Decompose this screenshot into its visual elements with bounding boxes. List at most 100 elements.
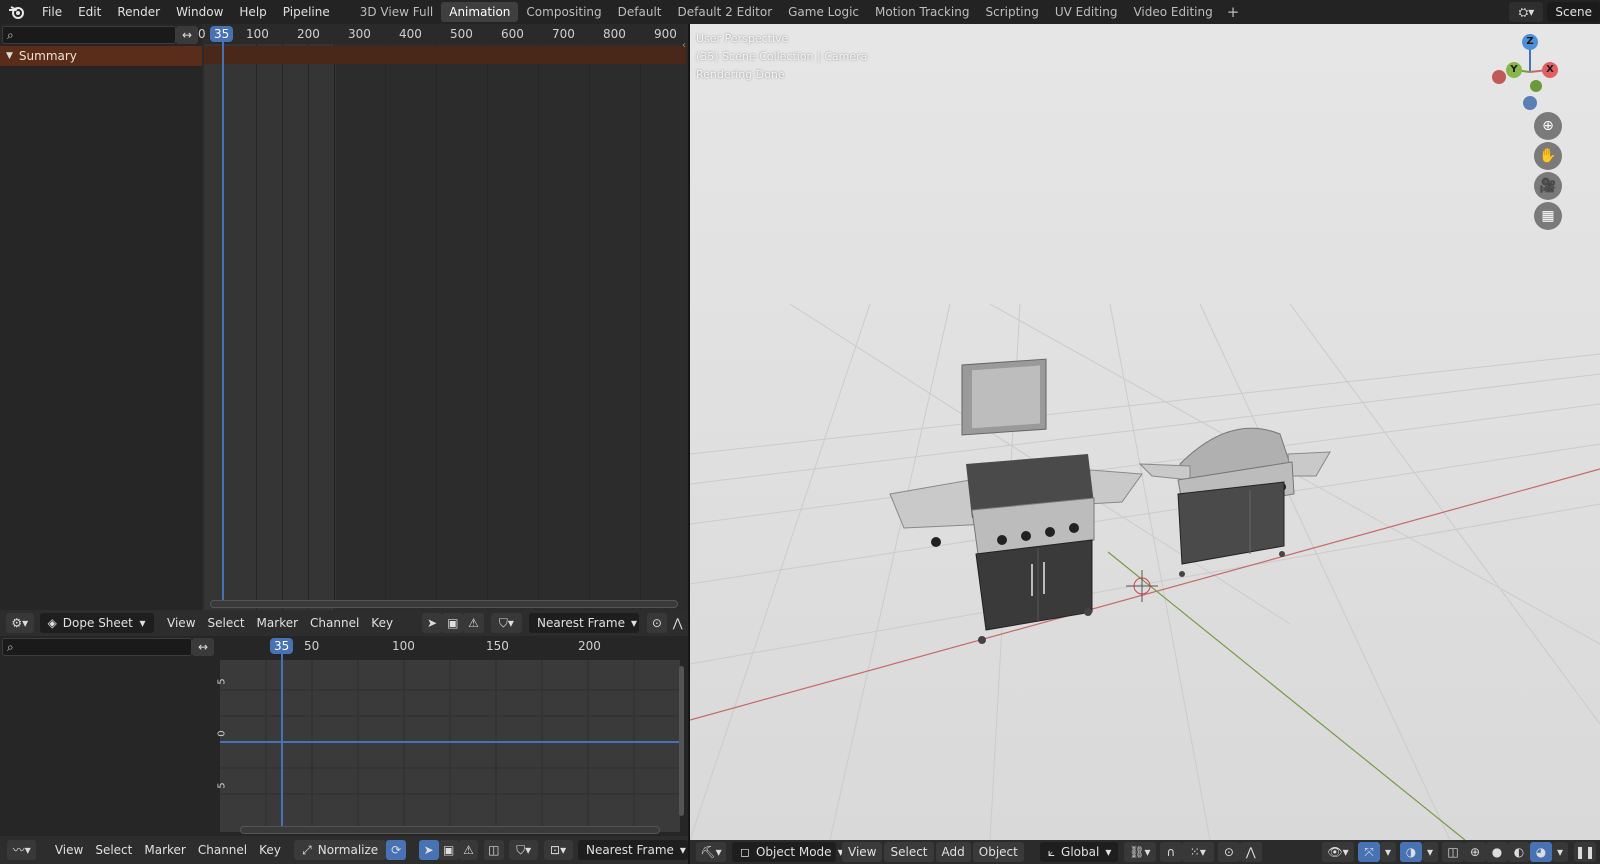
tab-scripting[interactable]: Scripting — [977, 2, 1046, 22]
camera-icon[interactable]: 🎥 — [1534, 172, 1562, 200]
graph-current-frame-badge[interactable]: 35 — [270, 638, 294, 654]
blender-logo-icon[interactable] — [0, 0, 34, 24]
swap-icon[interactable]: ↔ — [176, 26, 198, 44]
tab-motion-tracking[interactable]: Motion Tracking — [867, 2, 977, 22]
tab-game-logic[interactable]: Game Logic — [780, 2, 867, 22]
graph-plot-area[interactable] — [220, 660, 680, 832]
snap-magnet-icon[interactable]: ∩ — [1159, 842, 1182, 862]
pivot-point-icon[interactable]: ⛓▾ — [1123, 842, 1156, 862]
menu-pipeline[interactable]: Pipeline — [275, 0, 338, 24]
wireframe-shading-icon[interactable]: ⊕ — [1464, 842, 1486, 862]
summary-channel[interactable]: ▼ Summary — [0, 46, 202, 66]
tab-3d-view-full[interactable]: 3D View Full — [352, 2, 442, 22]
add-workspace-button[interactable]: + — [1221, 3, 1246, 21]
menu-help[interactable]: Help — [231, 0, 274, 24]
snap-mode-select[interactable]: Nearest Frame ▾ — [529, 613, 640, 633]
graph-snap-mode-select[interactable]: Nearest Frame ▾ — [577, 840, 688, 860]
navigation-gizmo[interactable]: Z Y X — [1490, 32, 1570, 112]
area-divider[interactable] — [688, 24, 690, 864]
gizmo-axis-neg-x[interactable] — [1492, 70, 1506, 84]
filter-icon[interactable]: ⛉▾ — [509, 840, 539, 860]
playhead-line[interactable] — [222, 38, 224, 604]
box-select-icon[interactable]: ▣ — [442, 613, 464, 633]
graph-channel-search-input[interactable]: ⌕ — [2, 638, 192, 656]
xray-icon[interactable]: ◫ — [1442, 842, 1464, 862]
warning-icon[interactable]: ⚠ — [463, 613, 484, 633]
zoom-icon[interactable]: ⊕ — [1534, 112, 1562, 140]
proportional-edit-icon[interactable]: ⊙ — [646, 613, 668, 633]
3d-viewport[interactable]: User Perspective (35) Scene Collection |… — [690, 24, 1600, 840]
cursor-select-icon[interactable]: ➤ — [421, 613, 443, 633]
solid-shading-icon[interactable]: ● — [1486, 842, 1508, 862]
grid-view-icon[interactable]: ▦ — [1534, 202, 1562, 230]
falloff-icon[interactable]: ⋀ — [1239, 842, 1262, 862]
channel-search-input[interactable]: ⌕ — [2, 26, 176, 44]
tab-compositing[interactable]: Compositing — [518, 2, 609, 22]
chevron-down-icon[interactable]: ▾ — [1422, 842, 1438, 862]
expand-triangle-icon[interactable]: ▼ — [6, 51, 13, 61]
graph-horizontal-scrollbar[interactable] — [240, 826, 660, 834]
pivot-icon[interactable]: ⊡▾ — [543, 840, 573, 860]
menu-edit[interactable]: Edit — [70, 0, 109, 24]
frame-ruler[interactable]: 0 100 200 300 400 500 600 700 800 900 — [198, 24, 686, 44]
tab-video-editing[interactable]: Video Editing — [1125, 2, 1220, 22]
menu-select[interactable]: Select — [884, 842, 934, 862]
menu-add[interactable]: Add — [935, 842, 971, 862]
menu-object[interactable]: Object — [972, 842, 1024, 862]
horizontal-scrollbar[interactable] — [210, 600, 678, 608]
gizmo-axis-z[interactable]: Z — [1522, 34, 1538, 50]
vertical-scrollbar[interactable] — [679, 666, 684, 816]
gizmo-axis-neg-y[interactable] — [1530, 80, 1542, 92]
menu-select[interactable]: Select — [202, 613, 251, 633]
current-frame-badge[interactable]: 35 — [210, 26, 234, 42]
keyframe-area[interactable] — [204, 24, 686, 610]
gizmo-axis-x[interactable]: X — [1542, 62, 1558, 78]
dope-sheet-mode-select[interactable]: ◈ Dope Sheet ▾ — [39, 613, 154, 633]
normalize-toggle[interactable]: ⤢ Normalize — [294, 840, 387, 860]
scene-icon[interactable]: ⛭▾ — [1509, 2, 1544, 22]
filter-icon[interactable]: ⛉▾ — [491, 613, 522, 633]
object-mode-select[interactable]: ◻ Object Mode ▾ — [732, 842, 844, 862]
menu-channel[interactable]: Channel — [304, 613, 365, 633]
snap-target-icon[interactable]: ⁙▾ — [1181, 842, 1214, 862]
cursor-select-icon[interactable]: ➤ — [418, 840, 439, 860]
menu-channel[interactable]: Channel — [192, 840, 253, 860]
auto-normalize-icon[interactable]: ⟳ — [386, 840, 407, 860]
collapse-arrow-icon[interactable]: ‹ — [682, 40, 686, 51]
material-shading-icon[interactable]: ◐ — [1508, 842, 1530, 862]
pan-hand-icon[interactable]: ✋ — [1534, 142, 1562, 170]
rendered-shading-icon[interactable]: ◕ — [1530, 842, 1552, 862]
graph-playhead-line[interactable] — [281, 648, 283, 832]
tab-default-2-editor[interactable]: Default 2 Editor — [670, 2, 781, 22]
proportional-edit-icon[interactable]: ⊙ — [1217, 842, 1240, 862]
visibility-eye-icon[interactable]: 👁▾ — [1322, 842, 1354, 862]
menu-view[interactable]: View — [49, 840, 89, 860]
menu-render[interactable]: Render — [109, 0, 168, 24]
menu-view[interactable]: View — [161, 613, 201, 633]
menu-key[interactable]: Key — [253, 840, 287, 860]
scene-name-field[interactable]: Scene — [1547, 2, 1600, 22]
graph-editor-type-icon[interactable]: 〰▾ — [7, 840, 37, 860]
tab-uv-editing[interactable]: UV Editing — [1047, 2, 1126, 22]
viewport-editor-type-icon[interactable]: ⛏▾ — [696, 842, 726, 862]
falloff-icon[interactable]: ⋀ — [667, 613, 688, 633]
menu-marker[interactable]: Marker — [251, 613, 304, 633]
menu-file[interactable]: File — [34, 0, 70, 24]
menu-marker[interactable]: Marker — [138, 840, 191, 860]
gizmo-toggle-icon[interactable]: ⤧ — [1358, 842, 1380, 862]
editor-type-icon[interactable]: ⚙▾ — [5, 613, 34, 633]
warning-icon[interactable]: ⚠ — [458, 840, 479, 860]
gizmo-axis-y[interactable]: Y — [1506, 62, 1522, 78]
menu-view[interactable]: View — [842, 842, 883, 862]
only-selected-icon[interactable]: ◫ — [483, 840, 504, 860]
chevron-down-icon[interactable]: ▾ — [1552, 842, 1568, 862]
menu-key[interactable]: Key — [365, 613, 399, 633]
menu-window[interactable]: Window — [168, 0, 231, 24]
transform-orientation-select[interactable]: ⟀ Global ▾ — [1039, 842, 1118, 862]
menu-select[interactable]: Select — [89, 840, 138, 860]
overlays-icon[interactable]: ◑ — [1400, 842, 1422, 862]
swap-icon[interactable]: ↔ — [192, 638, 214, 656]
tab-animation[interactable]: Animation — [441, 2, 519, 22]
sidebar-toggle-icon[interactable]: ❚❚ — [1574, 842, 1596, 862]
box-select-icon[interactable]: ▣ — [438, 840, 459, 860]
